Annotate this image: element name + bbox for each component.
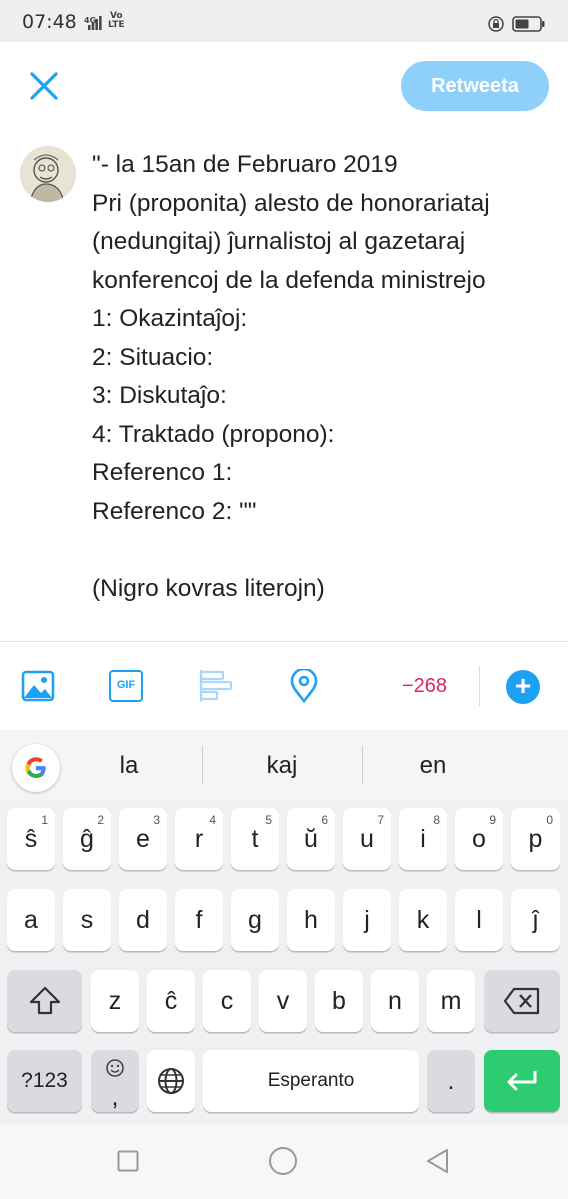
image-icon[interactable] [21,669,55,703]
key-j-circumflex[interactable]: ĵ [511,889,560,951]
key-d[interactable]: d [119,889,167,951]
period-key[interactable]: . [427,1050,475,1112]
enter-key[interactable] [484,1050,560,1112]
key-t[interactable]: t5 [231,808,279,870]
key-c-circumflex[interactable]: ĉ [147,970,195,1032]
key-a[interactable]: a [7,889,55,951]
key-m[interactable]: m [427,970,475,1032]
avatar-sketch [20,146,76,202]
key-label: t [251,825,259,853]
space-key[interactable]: Esperanto [203,1050,419,1112]
key-label: r [194,825,204,853]
key-hint: 0 [546,813,553,827]
status-time: 07:48 [22,11,77,33]
recents-icon[interactable] [117,1150,139,1172]
symbols-key[interactable]: ?123 [7,1050,82,1112]
key-label: ĝ [80,825,94,853]
suggestion-3[interactable]: en [373,752,493,780]
character-counter: −268 [402,675,448,697]
key-label: ŭ [304,825,318,853]
key-hint: 7 [377,813,384,827]
google-icon[interactable] [12,744,60,792]
key-s-circumflex[interactable]: ŝ1 [7,808,55,870]
close-icon[interactable] [24,66,64,106]
key-l[interactable]: l [455,889,503,951]
key-n[interactable]: n [371,970,419,1032]
key-label: p [528,825,543,853]
suggestion-separator [362,746,363,784]
google-g-icon [25,757,46,778]
key-label: u [360,825,374,853]
emoji-comma-key[interactable]: , [91,1050,139,1112]
gif-label: GIF [116,679,136,691]
key-i[interactable]: i8 [399,808,447,870]
key-hint: 5 [265,813,272,827]
key-u-breve[interactable]: ŭ6 [287,808,335,870]
home-icon[interactable] [268,1146,298,1176]
key-u[interactable]: u7 [343,808,391,870]
key-label: i [420,825,426,853]
key-f[interactable]: f [175,889,223,951]
shift-key[interactable] [7,970,82,1032]
gif-icon[interactable]: GIF [109,670,143,702]
volte-indicator: Vo LTE [108,12,125,30]
compose-toolbar: GIF −268 + [0,642,568,730]
key-o[interactable]: o9 [455,808,503,870]
key-v[interactable]: v [259,970,307,1032]
key-hint: 8 [433,813,440,827]
backspace-icon [503,987,540,1015]
tweet-text-input[interactable]: "- la 15an de Februaro 2019 Pri (proponi… [92,146,552,608]
comma-label: , [111,1083,119,1111]
key-hint: 3 [153,813,160,827]
compose-header: Retweeta [0,42,568,130]
signal-icon [88,16,102,30]
key-g-circumflex[interactable]: ĝ2 [63,808,111,870]
retweet-button[interactable]: Retweeta [401,61,549,111]
system-nav-bar [0,1124,568,1199]
add-tweet-button[interactable]: + [506,670,540,704]
key-h[interactable]: h [287,889,335,951]
key-hint: 4 [209,813,216,827]
enter-icon [507,1071,537,1091]
shift-icon [29,986,60,1015]
key-hint: 9 [489,813,496,827]
key-hint: 2 [97,813,104,827]
key-e[interactable]: e3 [119,808,167,870]
backspace-key[interactable] [484,970,560,1032]
key-label: o [472,825,486,853]
battery-icon [512,16,545,32]
key-k[interactable]: k [399,889,447,951]
language-key[interactable] [147,1050,195,1112]
key-g[interactable]: g [231,889,279,951]
key-r[interactable]: r4 [175,808,223,870]
key-b[interactable]: b [315,970,363,1032]
avatar [20,146,76,202]
toolbar-separator [479,666,480,706]
key-label: e [136,825,150,853]
back-icon[interactable] [425,1148,451,1174]
key-j[interactable]: j [343,889,391,951]
soft-keyboard: la kaj en ŝ1 ĝ2 e3 r4 t5 ŭ6 u7 i8 o9 p0 … [0,730,568,1124]
status-bar: 07:48 4G Vo LTE [0,0,568,42]
globe-icon [158,1068,184,1094]
key-s[interactable]: s [63,889,111,951]
key-p[interactable]: p0 [511,808,560,870]
suggestion-1[interactable]: la [69,752,189,780]
suggestion-bar: la kaj en [0,730,568,800]
suggestion-separator [202,746,203,784]
key-label: ŝ [24,825,38,853]
volte-line2: LTE [108,20,125,30]
key-hint: 1 [41,813,48,827]
rotation-lock-icon [488,16,504,32]
key-c[interactable]: c [203,970,251,1032]
location-icon[interactable] [287,669,321,703]
key-hint: 6 [321,813,328,827]
key-z[interactable]: z [91,970,139,1032]
suggestion-2[interactable]: kaj [222,752,342,780]
poll-icon [199,670,232,702]
